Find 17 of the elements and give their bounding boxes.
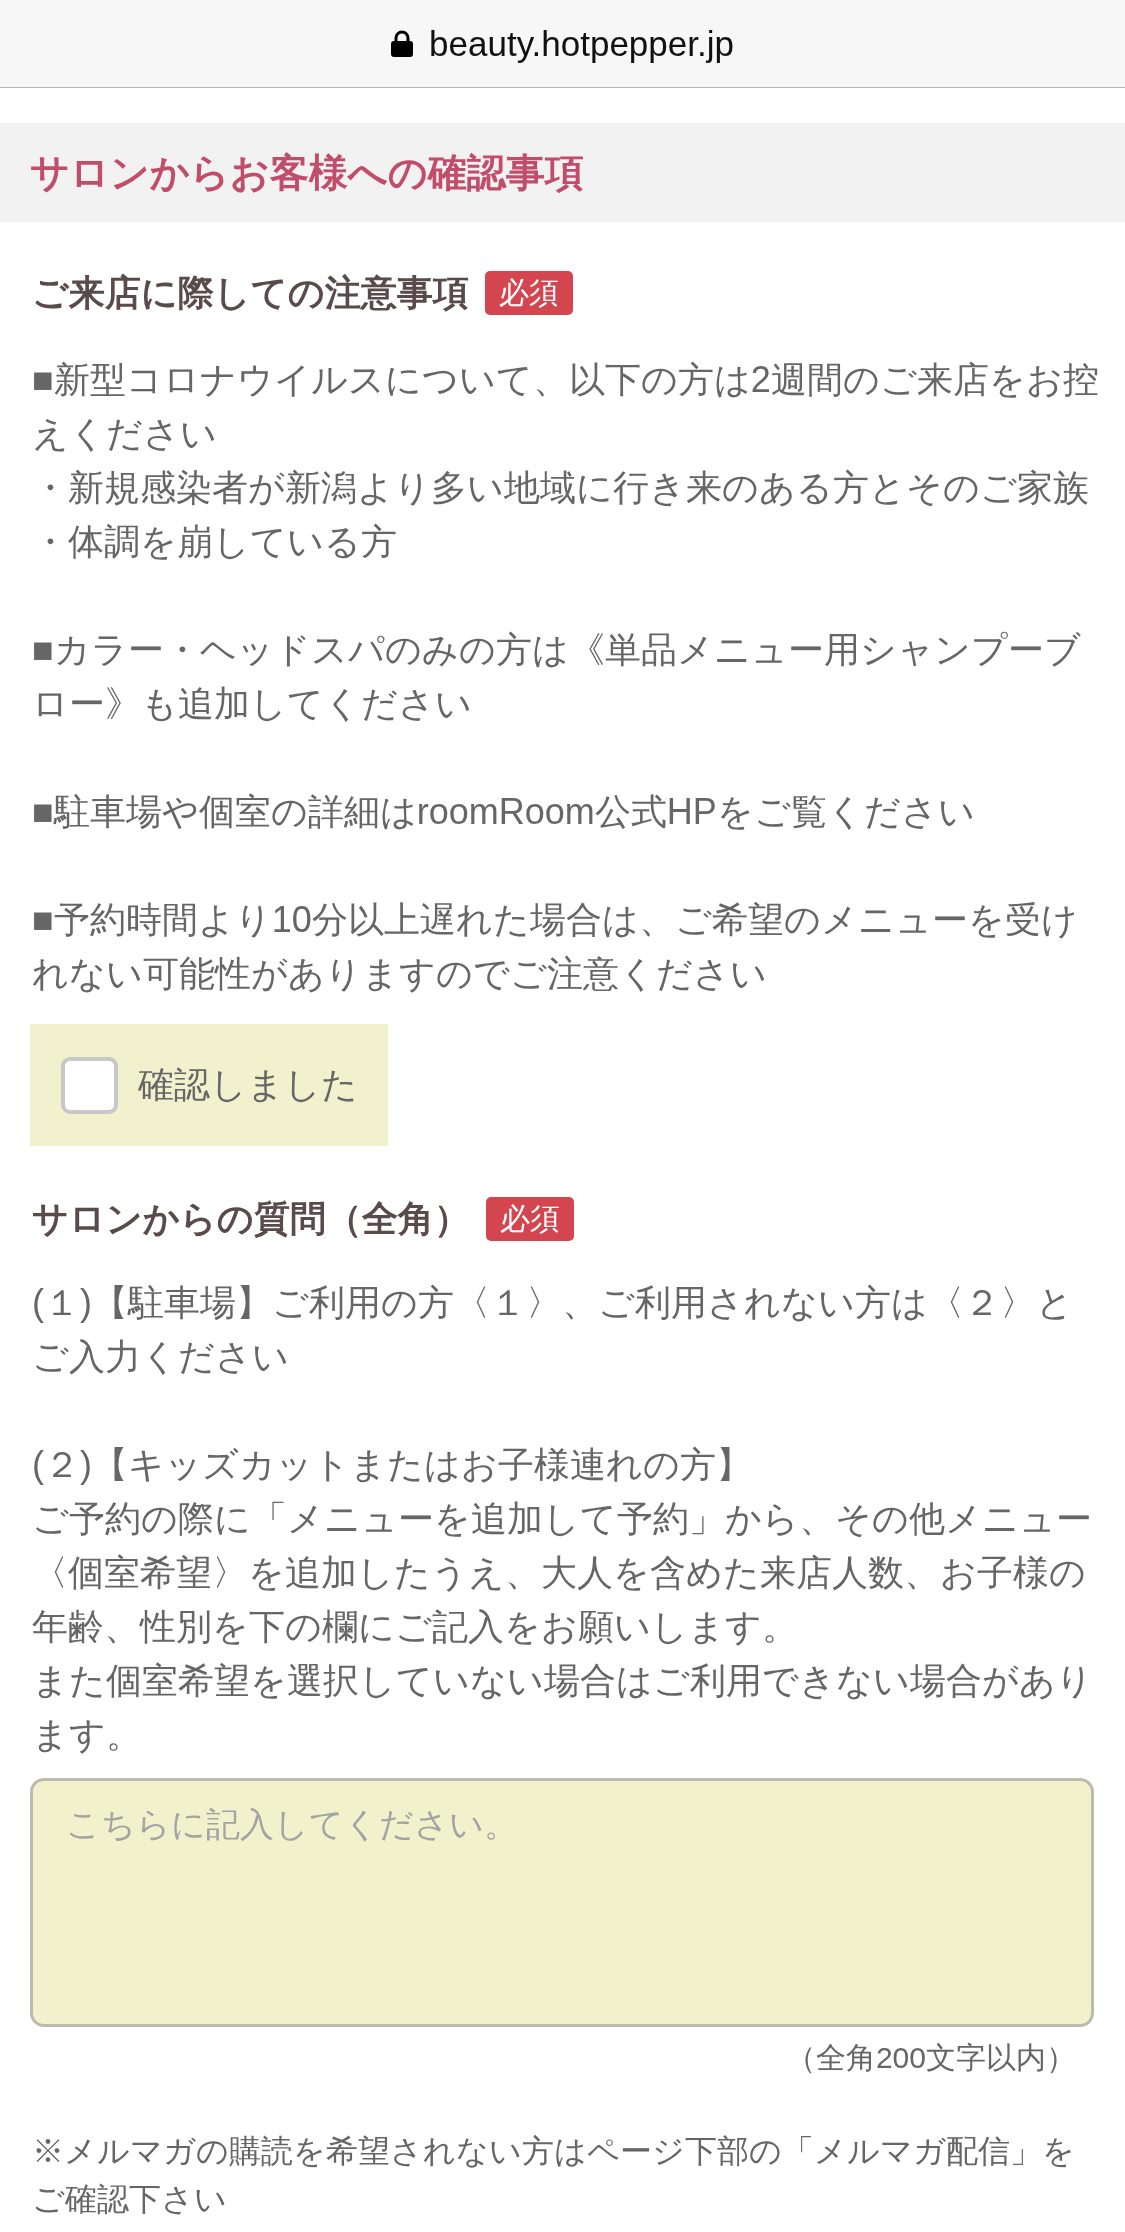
required-badge: 必須	[485, 271, 573, 315]
field-heading: サロンからの質問（全角）	[32, 1197, 470, 1241]
field-heading: ご来店に際しての注意事項	[32, 271, 469, 315]
notice-paragraph: ■カラー・ヘッドスパのみの方は《単品メニュー用シャンプーブロー》も追加してください	[32, 628, 1082, 726]
newsletter-note: ※メルマガの購読を希望されない方はページ下部の「メルマガ配信」をご確認下さい	[32, 2132, 1076, 2219]
section-title: サロンからお客様への確認事項	[30, 149, 584, 196]
required-badge: 必須	[486, 1197, 574, 1241]
checkbox-label[interactable]: 確認しました	[138, 1058, 358, 1112]
notice-paragraph: ■駐車場や個室の詳細はroomRoom公式HPをご覧ください	[32, 790, 975, 834]
url-text[interactable]: beauty.hotpepper.jp	[429, 22, 734, 65]
answer-field[interactable]: こちらに記入してください。	[30, 1778, 1094, 2027]
checkbox[interactable]	[61, 1056, 118, 1114]
notice-paragraph: ■予約時間より10分以上遅れた場合は、ご希望のメニューを受けれない可能性がありますのでご注意ください	[32, 898, 1079, 996]
notice-paragraph: ■新型コロナウイルスについて、以下の方は2週間のご来店をお控えください ・新規感染者が新潟より多い地域に行き来のある方とそのご家族 ・体調を崩している方	[32, 358, 1100, 564]
question-paragraph: (２)【キッズカットまたはお子様連れの方】 ご予約の際に「メニューを追加して予約」から、その他メニュー〈個室希望〉を追加したうえ、大人を含めた来店人数、お子様の年齢、性別を下の欄にご記入をお願いします。 また個室希望を選択していない場合はご利用できない場合があります。	[32, 1443, 1094, 1757]
character-limit: （全角200文字以内）	[785, 2040, 1076, 2076]
question-paragraph: (１)【駐車場】ご利用の方〈１〉、ご利用されない方は〈２〉とご入力ください	[32, 1281, 1074, 1379]
